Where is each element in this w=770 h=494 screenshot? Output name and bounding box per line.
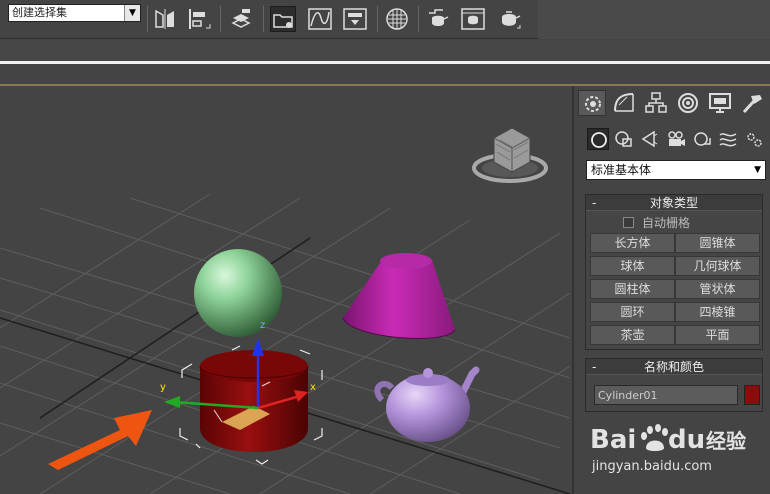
viewport-header-strip [0, 64, 770, 86]
toolbar-separator [418, 6, 419, 32]
sphere-object[interactable] [194, 249, 282, 337]
selection-set-dropdown[interactable]: 创建选择集 ▼ [8, 4, 141, 22]
autogrid-checkbox[interactable]: 自动栅格 [623, 214, 690, 230]
object-type-rollout: - 对象类型 自动栅格 长方体 圆锥体 球体 几何球体 圆柱体 管状体 圆环 四… [585, 194, 763, 350]
toolbar-separator [263, 6, 264, 32]
menu-strip [0, 40, 770, 61]
object-type-title: 对象类型 [649, 196, 698, 210]
main-toolbar: 创建选择集 ▼ [0, 0, 770, 39]
watermark-brand-a: Bai [590, 425, 636, 455]
modify-icon[interactable] [610, 90, 638, 116]
primitive-category-value: 标准基本体 [591, 163, 652, 177]
cylinder-object[interactable] [199, 350, 309, 452]
gizmo-z-label: z [260, 320, 265, 331]
schematic-view-icon[interactable] [342, 6, 368, 32]
scene-explorer-icon[interactable] [270, 6, 296, 32]
name-color-title: 名称和颜色 [643, 360, 704, 374]
gizmo-x-label: x [310, 382, 316, 393]
layer-manager-icon[interactable] [228, 6, 254, 32]
tutorial-arrow-icon [48, 410, 152, 470]
render-production-icon[interactable] [496, 6, 522, 32]
lights-icon[interactable] [639, 128, 661, 150]
create-icon[interactable] [578, 90, 606, 116]
display-icon[interactable] [706, 90, 734, 116]
align-icon[interactable] [186, 6, 212, 32]
name-color-rollout: - 名称和颜色 [585, 358, 763, 412]
watermark-url: jingyan.baidu.com [591, 459, 712, 474]
rollout-collapse-toggle[interactable]: - [592, 359, 596, 375]
tube-button[interactable]: 管状体 [675, 279, 760, 299]
name-color-header[interactable]: - 名称和颜色 [586, 359, 762, 375]
material-editor-icon[interactable] [384, 6, 410, 32]
systems-icon[interactable] [743, 128, 765, 150]
utilities-icon[interactable] [738, 90, 766, 116]
cameras-icon[interactable] [665, 128, 687, 150]
chevron-down-icon: ▼ [754, 165, 761, 175]
cone-button[interactable]: 圆锥体 [675, 233, 760, 253]
chevron-down-icon: ▼ [124, 5, 140, 21]
space-warps-icon[interactable] [717, 128, 739, 150]
mirror-icon[interactable] [152, 6, 178, 32]
box-button[interactable]: 长方体 [590, 233, 675, 253]
pyramid-button[interactable]: 四棱锥 [675, 302, 760, 322]
baidu-jingyan-watermark: Bai du 经验 jingyan.baidu.com [588, 418, 758, 478]
viewcube[interactable] [472, 127, 548, 183]
watermark-brand-b: du [668, 425, 705, 455]
object-type-header[interactable]: - 对象类型 [586, 195, 762, 211]
teapot-object[interactable] [374, 366, 480, 442]
cylinder-button[interactable]: 圆柱体 [590, 279, 675, 299]
rollout-collapse-toggle[interactable]: - [592, 195, 596, 211]
rendered-frame-icon[interactable] [460, 6, 486, 32]
checkbox-box[interactable] [623, 216, 634, 228]
plane-button[interactable]: 平面 [675, 325, 760, 345]
geosphere-button[interactable]: 几何球体 [675, 256, 760, 276]
shapes-icon[interactable] [613, 128, 635, 150]
selection-set-value: 创建选择集 [12, 6, 67, 19]
sphere-button[interactable]: 球体 [590, 256, 675, 276]
toolbar-separator [147, 6, 148, 32]
torus-button[interactable]: 圆环 [590, 302, 675, 322]
curve-editor-icon[interactable] [307, 6, 333, 32]
toolbar-separator [377, 6, 378, 32]
gizmo-y-label: y [160, 382, 166, 393]
geometry-icon[interactable] [587, 128, 609, 150]
teapot-button[interactable]: 茶壶 [590, 325, 675, 345]
paw-icon [641, 424, 668, 451]
perspective-viewport[interactable]: y x z [0, 88, 570, 494]
autogrid-label: 自动栅格 [642, 215, 691, 230]
toolbar-separator [220, 6, 221, 32]
cone-object[interactable] [342, 253, 456, 339]
object-color-swatch[interactable] [744, 385, 760, 405]
toolbar-empty-area [538, 0, 770, 39]
helpers-icon[interactable] [691, 128, 713, 150]
hierarchy-icon[interactable] [642, 90, 670, 116]
motion-icon[interactable] [674, 90, 702, 116]
watermark-brand-c: 经验 [706, 429, 746, 453]
primitive-category-dropdown[interactable]: 标准基本体 ▼ [586, 160, 766, 180]
render-setup-icon[interactable] [425, 6, 451, 32]
object-name-input[interactable] [594, 385, 738, 405]
